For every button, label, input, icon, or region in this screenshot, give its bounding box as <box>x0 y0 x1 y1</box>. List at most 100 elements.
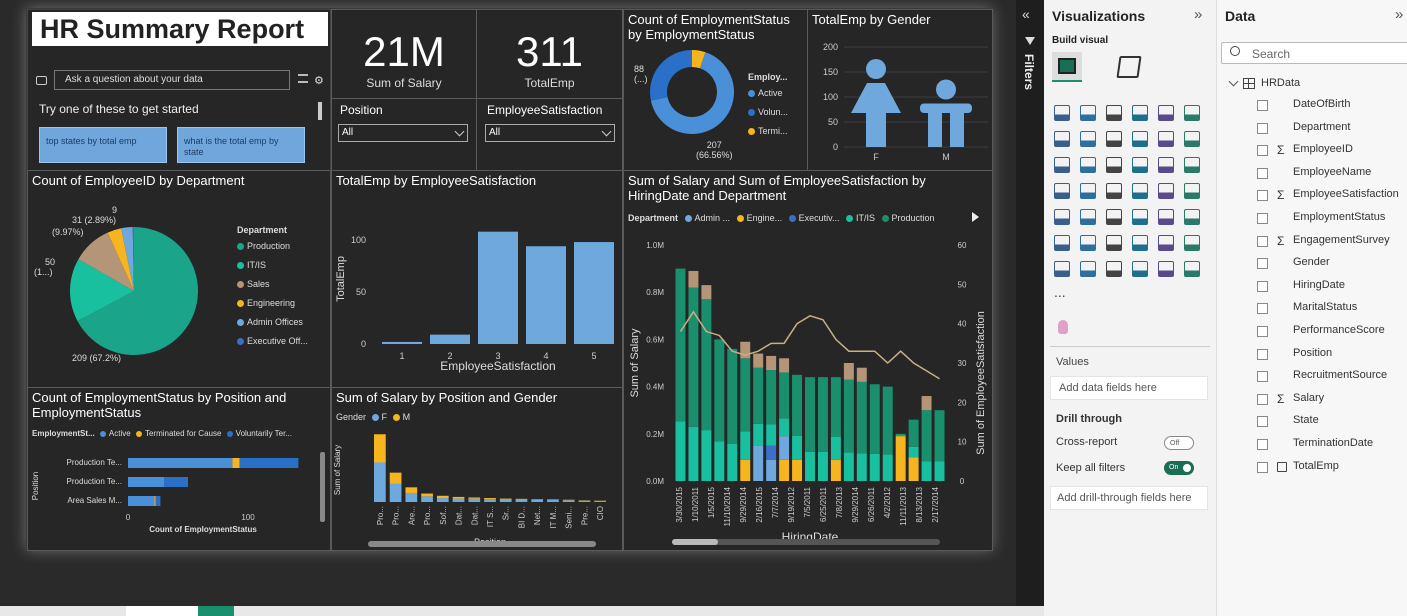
area-visual-icon[interactable] <box>1080 131 1096 147</box>
field-name[interactable]: Gender <box>1293 256 1330 268</box>
dept-legend-item[interactable]: Admin Offices <box>237 317 308 336</box>
kpi-totalemp-card[interactable]: 311 TotalEmp <box>476 9 623 99</box>
field-checkbox[interactable] <box>1257 145 1268 157</box>
pie-visual-icon[interactable] <box>1158 157 1174 173</box>
satisfaction-slicer[interactable]: EmployeeSatisfaction All <box>476 98 623 171</box>
field-name[interactable]: RecruitmentSource <box>1293 369 1387 381</box>
decomposition-visual-icon[interactable] <box>1106 235 1122 251</box>
field-checkbox[interactable] <box>1257 122 1268 134</box>
employment-status-donut-tile[interactable]: Count of EmploymentStatus by EmploymentS… <box>623 9 808 171</box>
donut-legend-active[interactable]: Active <box>748 88 783 98</box>
more-visuals-icon[interactable]: ... <box>1054 284 1066 300</box>
legend-next-icon[interactable] <box>972 212 979 222</box>
qa-input[interactable]: Ask a question about your data <box>54 70 290 90</box>
hiring-legend-executive[interactable]: Executiv... <box>799 213 840 223</box>
position-slicer[interactable]: Position All <box>331 98 477 171</box>
hiring-legend-admin[interactable]: Admin ... <box>695 213 731 223</box>
satisfaction-chart-tile[interactable]: TotalEmp by EmployeeSatisfaction 100 50 0 1… <box>331 170 623 388</box>
filters-label[interactable]: Filters <box>1022 54 1036 90</box>
field-name[interactable]: EmploymentStatus <box>1293 211 1385 223</box>
arcgis-visual-icon[interactable] <box>1132 261 1148 277</box>
gender-chart-tile[interactable]: TotalEmp by Gender 200 150 100 50 0 F M <box>807 9 993 171</box>
field-name[interactable]: DateOfBirth <box>1293 98 1350 110</box>
salary-legend-f[interactable]: F <box>382 412 388 422</box>
ribbon-visual-icon[interactable] <box>1132 131 1148 147</box>
position-legend-active[interactable]: Active <box>109 429 131 438</box>
data-search-box[interactable]: Search <box>1221 42 1407 64</box>
field-checkbox[interactable] <box>1257 100 1268 111</box>
field-checkbox[interactable] <box>1257 280 1268 292</box>
qa-list-icon[interactable] <box>298 74 308 83</box>
hiring-scroll-thumb[interactable] <box>672 539 718 545</box>
donut-legend-terminated[interactable]: Termi... <box>748 126 788 136</box>
collapse-left-icon[interactable]: « <box>1022 6 1030 22</box>
values-drop-zone[interactable]: Add data fields here <box>1050 376 1208 400</box>
field-name[interactable]: TerminationDate <box>1293 437 1373 449</box>
hiring-legend-engineering[interactable]: Engine... <box>747 213 783 223</box>
power-apps-visual-icon[interactable] <box>1080 261 1096 277</box>
100-bar-visual-icon[interactable] <box>1158 105 1174 121</box>
field-name[interactable]: Position <box>1293 347 1332 359</box>
kpi-visual-icon[interactable] <box>1080 209 1096 225</box>
hiring-legend-production[interactable]: Production <box>892 213 935 223</box>
dept-legend-item[interactable]: Sales <box>237 279 308 298</box>
dept-legend-item[interactable]: Production <box>237 241 308 260</box>
field-name[interactable]: Department <box>1293 121 1350 133</box>
qa-scrollbar[interactable] <box>318 102 322 120</box>
position-status-scrollbar[interactable] <box>320 452 325 522</box>
combo-visual-icon[interactable] <box>1054 157 1070 173</box>
table-expand-icon[interactable] <box>1228 76 1239 87</box>
clustered-bar-visual-icon[interactable] <box>1106 105 1122 121</box>
keep-filters-toggle[interactable]: On <box>1164 461 1194 475</box>
field-checkbox[interactable] <box>1257 461 1268 473</box>
dept-legend-item[interactable]: Executive Off... <box>237 336 308 355</box>
donut-visual-icon[interactable] <box>1184 157 1200 173</box>
field-checkbox[interactable] <box>1257 167 1268 179</box>
matrix-visual-icon[interactable] <box>1158 209 1174 225</box>
field-checkbox[interactable] <box>1257 213 1268 224</box>
position-status-tile[interactable]: Count of EmploymentStatus by Position an… <box>27 387 331 551</box>
field-checkbox[interactable] <box>1257 348 1268 360</box>
paginated-visual-icon[interactable] <box>1054 261 1070 277</box>
field-name[interactable]: EmployeeName <box>1293 166 1371 178</box>
field-checkbox[interactable] <box>1257 326 1268 337</box>
map-visual-icon[interactable] <box>1080 183 1096 199</box>
qa-suggestion-2[interactable]: what is the total emp by state <box>177 127 305 163</box>
drill-through-drop-zone[interactable]: Add drill-through fields here <box>1050 486 1208 510</box>
salary-position-tile[interactable]: Sum of Salary by Position and Gender Gen… <box>331 387 623 551</box>
line-visual-icon[interactable] <box>1054 131 1070 147</box>
field-name[interactable]: PerformanceScore <box>1293 324 1385 336</box>
field-name[interactable]: HiringDate <box>1293 279 1345 291</box>
qa-suggestion-1[interactable]: top states by total emp <box>39 127 167 163</box>
hiring-scrollbar[interactable] <box>672 539 940 545</box>
diamond-visual-icon[interactable] <box>1158 261 1174 277</box>
format-visual-tab-icon[interactable] <box>1116 56 1142 78</box>
dept-legend-item[interactable]: IT/IS <box>237 260 308 279</box>
add-page-button[interactable] <box>198 606 234 616</box>
expand-right-icon[interactable]: » <box>1194 6 1202 23</box>
table-visual-icon[interactable] <box>1132 209 1148 225</box>
table-name[interactable]: HRData <box>1261 77 1300 89</box>
field-checkbox[interactable] <box>1257 303 1268 315</box>
hiring-combo-tile[interactable]: Sum of Salary and Sum of EmployeeSatisfa… <box>623 170 993 551</box>
field-name[interactable]: EmployeeID <box>1293 143 1353 155</box>
treemap-visual-icon[interactable] <box>1054 183 1070 199</box>
custom-visual-icon[interactable] <box>1058 320 1068 334</box>
column-line-visual-icon[interactable] <box>1080 157 1096 173</box>
multi-card-visual-icon[interactable] <box>1054 209 1070 225</box>
slicer-visual-icon[interactable] <box>1106 209 1122 225</box>
satisfaction-dropdown[interactable]: All <box>485 124 615 142</box>
chevron-visual-icon[interactable] <box>1184 261 1200 277</box>
expand-right-icon[interactable]: » <box>1395 6 1403 23</box>
cross-report-toggle[interactable]: Off <box>1164 436 1194 450</box>
field-checkbox[interactable] <box>1257 416 1268 428</box>
salary-legend-m[interactable]: M <box>403 412 411 422</box>
stacked-column-visual-icon[interactable] <box>1080 105 1096 121</box>
gear-icon[interactable]: ⚙ <box>314 74 324 87</box>
field-checkbox[interactable] <box>1257 439 1268 450</box>
salary-position-scrollbar[interactable] <box>368 541 596 547</box>
clustered-column-visual-icon[interactable] <box>1132 105 1148 121</box>
scatter-visual-icon[interactable] <box>1132 157 1148 173</box>
gauge-visual-icon[interactable] <box>1158 183 1174 199</box>
waterfall-visual-icon[interactable] <box>1158 131 1174 147</box>
